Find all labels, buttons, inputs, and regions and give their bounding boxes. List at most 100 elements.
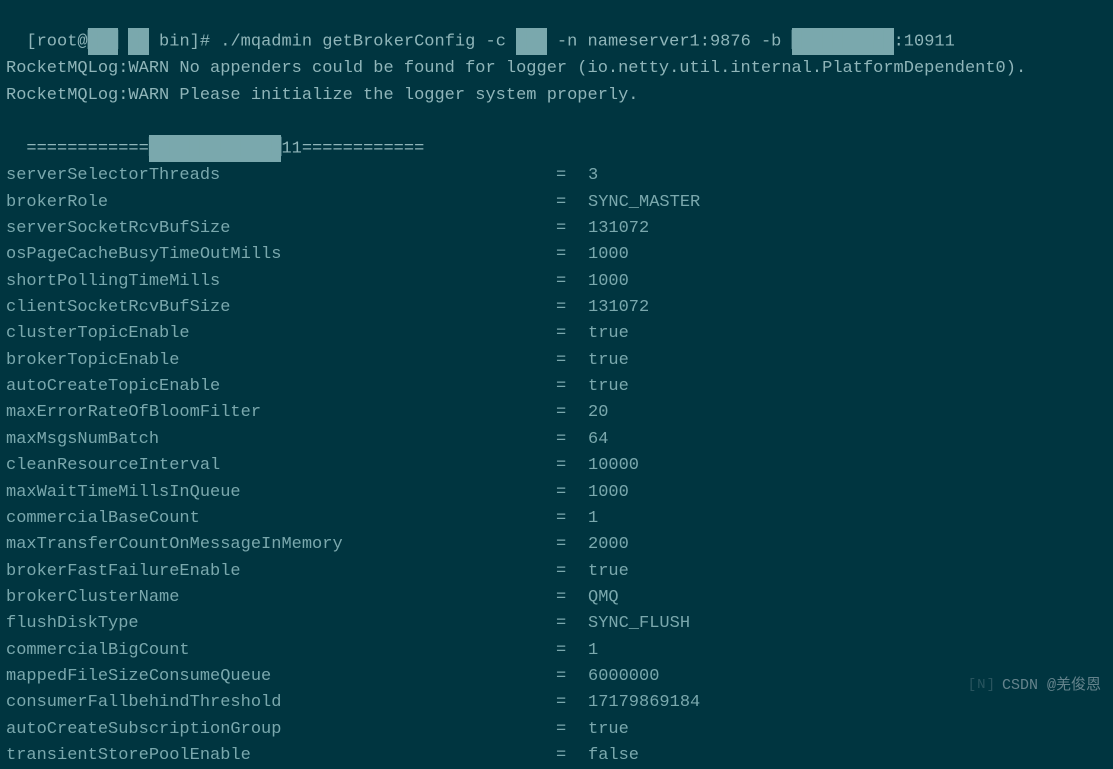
config-value: SYNC_FLUSH: [588, 611, 690, 637]
config-row: brokerClusterName= QMQ: [6, 585, 1107, 611]
config-equals: =: [556, 664, 588, 690]
config-key: consumerFallbehindThreshold: [6, 690, 556, 716]
warn-line-1: RocketMQLog:WARN No appenders could be f…: [6, 56, 1107, 82]
config-equals: =: [556, 585, 588, 611]
config-row: osPageCacheBusyTimeOutMills= 1000: [6, 242, 1107, 268]
censored-cluster: ███: [516, 28, 547, 54]
config-equals: =: [556, 638, 588, 664]
config-equals: =: [556, 400, 588, 426]
separator-line: ============█ █ ██ ███ ██11============: [6, 109, 1107, 163]
censored-host2: ██: [128, 28, 148, 54]
config-equals: =: [556, 163, 588, 189]
config-equals: =: [556, 743, 588, 769]
config-row: consumerFallbehindThreshold= 17179869184: [6, 690, 1107, 716]
config-key: mappedFileSizeConsumeQueue: [6, 664, 556, 690]
config-value: 3: [588, 163, 598, 189]
config-equals: =: [556, 506, 588, 532]
censored-host: ███: [88, 28, 119, 54]
config-value: 10000: [588, 453, 639, 479]
config-row: transientStorePoolEnable= false: [6, 743, 1107, 769]
separator-censored: █ █ ██ ███ ██: [149, 135, 282, 161]
watermark: [N] CSDN @羌俊恩: [968, 674, 1101, 697]
config-row: brokerFastFailureEnable= true: [6, 559, 1107, 585]
config-key: maxErrorRateOfBloomFilter: [6, 400, 556, 426]
config-key: clientSocketRcvBufSize: [6, 295, 556, 321]
config-value: SYNC_MASTER: [588, 190, 700, 216]
config-value: true: [588, 559, 629, 585]
config-equals: =: [556, 216, 588, 242]
command-args1: -n nameserver1:9876 -b: [547, 33, 792, 52]
config-row: maxErrorRateOfBloomFilter= 20: [6, 400, 1107, 426]
config-equals: =: [556, 611, 588, 637]
config-value: 64: [588, 427, 608, 453]
config-equals: =: [556, 190, 588, 216]
config-value: 2000: [588, 532, 629, 558]
config-key: maxTransferCountOnMessageInMemory: [6, 532, 556, 558]
config-key: cleanResourceInterval: [6, 453, 556, 479]
config-row: commercialBaseCount= 1: [6, 506, 1107, 532]
config-row: maxTransferCountOnMessageInMemory= 2000: [6, 532, 1107, 558]
config-row: maxMsgsNumBatch= 64: [6, 427, 1107, 453]
config-key: maxWaitTimeMillsInQueue: [6, 480, 556, 506]
config-key: shortPollingTimeMills: [6, 269, 556, 295]
config-row: maxWaitTimeMillsInQueue= 1000: [6, 480, 1107, 506]
config-key: commercialBigCount: [6, 638, 556, 664]
config-key: osPageCacheBusyTimeOutMills: [6, 242, 556, 268]
config-equals: =: [556, 690, 588, 716]
config-row: commercialBigCount= 1: [6, 638, 1107, 664]
command-text: ./mqadmin getBrokerConfig -c: [220, 33, 516, 52]
config-equals: =: [556, 348, 588, 374]
config-value: false: [588, 743, 639, 769]
config-key: maxMsgsNumBatch: [6, 427, 556, 453]
config-value: 1: [588, 638, 598, 664]
config-row: mappedFileSizeConsumeQueue= 6000000: [6, 664, 1107, 690]
config-key: brokerTopicEnable: [6, 348, 556, 374]
config-key: transientStorePoolEnable: [6, 743, 556, 769]
config-equals: =: [556, 295, 588, 321]
config-key: commercialBaseCount: [6, 506, 556, 532]
warn-line-2: RocketMQLog:WARN Please initialize the l…: [6, 83, 1107, 109]
config-key: serverSelectorThreads: [6, 163, 556, 189]
config-value: true: [588, 374, 629, 400]
config-row: cleanResourceInterval= 10000: [6, 453, 1107, 479]
separator-prefix: ============: [26, 140, 148, 159]
prompt-path: bin]#: [149, 33, 220, 52]
config-row: brokerTopicEnable= true: [6, 348, 1107, 374]
config-row: autoCreateTopicEnable= true: [6, 374, 1107, 400]
config-value: 6000000: [588, 664, 659, 690]
config-equals: =: [556, 242, 588, 268]
censored-broker: ███ ██ ███: [792, 28, 894, 54]
config-value: 20: [588, 400, 608, 426]
config-equals: =: [556, 269, 588, 295]
csdn-logo-icon: [N]: [968, 675, 996, 697]
config-equals: =: [556, 321, 588, 347]
config-value: 131072: [588, 295, 649, 321]
config-key: serverSocketRcvBufSize: [6, 216, 556, 242]
config-equals: =: [556, 374, 588, 400]
config-row: flushDiskType= SYNC_FLUSH: [6, 611, 1107, 637]
config-row: brokerRole= SYNC_MASTER: [6, 190, 1107, 216]
config-value: 1: [588, 506, 598, 532]
config-value: 131072: [588, 216, 649, 242]
command-prompt-line: [root@███ ██ bin]# ./mqadmin getBrokerCo…: [6, 2, 1107, 56]
config-equals: =: [556, 453, 588, 479]
config-key: clusterTopicEnable: [6, 321, 556, 347]
config-equals: =: [556, 480, 588, 506]
config-value: 17179869184: [588, 690, 700, 716]
config-row: autoCreateSubscriptionGroup= true: [6, 717, 1107, 743]
config-equals: =: [556, 717, 588, 743]
config-key: flushDiskType: [6, 611, 556, 637]
config-key: autoCreateSubscriptionGroup: [6, 717, 556, 743]
config-row: serverSocketRcvBufSize= 131072: [6, 216, 1107, 242]
config-value: true: [588, 717, 629, 743]
config-row: clusterTopicEnable= true: [6, 321, 1107, 347]
config-key: brokerClusterName: [6, 585, 556, 611]
command-args2: :10911: [894, 33, 955, 52]
config-value: 1000: [588, 242, 629, 268]
config-equals: =: [556, 427, 588, 453]
config-value: QMQ: [588, 585, 619, 611]
config-row: serverSelectorThreads= 3: [6, 163, 1107, 189]
config-value: 1000: [588, 480, 629, 506]
config-list: serverSelectorThreads= 3brokerRole= SYNC…: [6, 163, 1107, 769]
config-equals: =: [556, 532, 588, 558]
